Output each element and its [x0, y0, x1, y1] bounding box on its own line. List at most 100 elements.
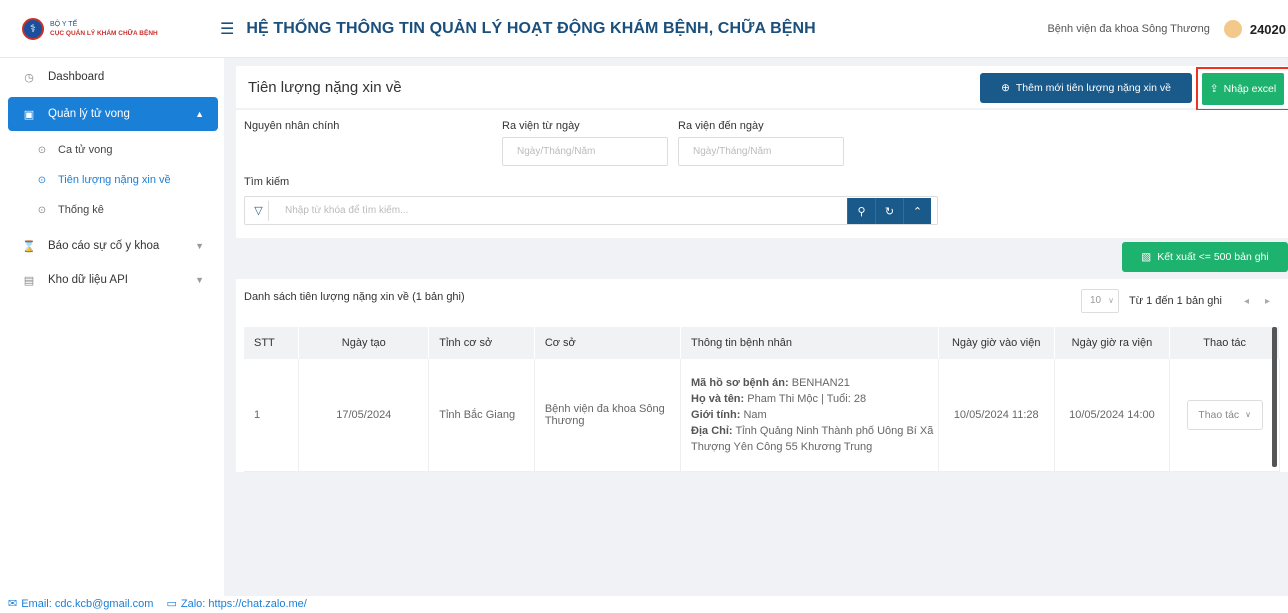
- main-content: Tiên lượng nặng xin về ⊕ Thêm mới tiên l…: [224, 58, 1288, 596]
- cell-discharge: 10/05/2024 14:00: [1054, 359, 1171, 472]
- logo-line2: CỤC QUẢN LÝ KHÁM CHỮA BỆNH: [50, 29, 158, 37]
- next-page-icon[interactable]: ▸: [1265, 296, 1270, 307]
- cell-created: 17/05/2024: [298, 359, 430, 472]
- sidebar-item-label: Thống kê: [58, 204, 104, 216]
- cell-facility: Bệnh viện đa khoa Sông Thương: [534, 359, 682, 472]
- calendar-icon: ▣: [23, 108, 35, 121]
- list-title: Danh sách tiên lượng nặng xin về (1 bản …: [244, 291, 465, 303]
- gender-value: Nam: [743, 408, 767, 421]
- chevron-down-icon: ∨: [1108, 296, 1114, 305]
- action-dropdown[interactable]: Thao tác ∨: [1186, 399, 1263, 430]
- export-button-label: Kết xuất <= 500 bản ghi: [1157, 251, 1269, 263]
- range-info: Từ 1 đến 1 bản ghi: [1128, 295, 1222, 307]
- sidebar-item-api-data[interactable]: ▤ Kho dữ liệu API ▼: [0, 263, 224, 297]
- col-header: Thông tin bệnh nhân: [680, 327, 939, 359]
- from-date-label: Ra viện từ ngày: [502, 120, 580, 132]
- filter-icon[interactable]: ▽: [249, 201, 269, 221]
- table-row[interactable]: 1 17/05/2024 Tỉnh Bắc Giang Bệnh viện đa…: [244, 359, 1280, 472]
- sidebar-item-label: Dashboard: [48, 71, 105, 83]
- gender-label: Giới tính:: [691, 408, 741, 421]
- cell-patient-info: Mã hồ sơ bệnh án: BENHAN21 Họ và tên: Ph…: [680, 359, 939, 472]
- name-label: Họ và tên:: [691, 392, 745, 405]
- col-header: Tỉnh cơ sở: [428, 327, 535, 359]
- sidebar-item-label: Quản lý tử vong: [48, 108, 130, 120]
- avatar[interactable]: [1223, 20, 1242, 38]
- page-size-select[interactable]: 10 ∨: [1080, 289, 1119, 313]
- record-value: BENHAN21: [791, 376, 850, 389]
- top-header: ⚕ BỘ Y TẾ CỤC QUẢN LÝ KHÁM CHỮA BỆNH ☰ H…: [0, 0, 1288, 58]
- table-scrollbar[interactable]: [1272, 327, 1277, 467]
- col-header: Ngày giờ ra viện: [1054, 327, 1171, 359]
- sidebar-item-label: Kho dữ liệu API: [48, 274, 128, 286]
- clock-icon: ◷: [24, 71, 34, 84]
- hospital-name: Bệnh viện đa khoa Sông Thương: [1047, 23, 1210, 35]
- export-button[interactable]: ▧ Kết xuất <= 500 bản ghi: [1122, 242, 1288, 272]
- footer: ✉ Email: cdc.kcb@gmail.com ▭ Zalo: https:/…: [0, 596, 1288, 613]
- menu-toggle-icon[interactable]: ☰: [220, 19, 234, 39]
- sidebar-item-dashboard[interactable]: ◷ Dashboard: [0, 60, 224, 94]
- refresh-icon[interactable]: ↻: [875, 198, 903, 224]
- highlight-box: ⇪ Nhập excel: [1196, 67, 1288, 111]
- footer-email[interactable]: Email: cdc.kcb@gmail.com: [21, 598, 153, 610]
- list-panel: Danh sách tiên lượng nặng xin về (1 bản …: [236, 279, 1288, 472]
- search-label: Tìm kiếm: [244, 176, 290, 188]
- user-code[interactable]: 24020: [1250, 22, 1286, 37]
- logo[interactable]: ⚕ BỘ Y TẾ CỤC QUẢN LÝ KHÁM CHỮA BỆNH: [0, 0, 210, 58]
- chevron-up-icon: ▲: [195, 109, 204, 119]
- check-circle-icon: ⊙: [37, 144, 47, 156]
- filter-panel: Nguyên nhân chính Ra viện từ ngày Ngày/T…: [236, 110, 1288, 238]
- to-date-label: Ra viện đến ngày: [678, 120, 764, 132]
- action-label: Thao tác: [1198, 408, 1240, 421]
- plus-circle-icon: ⊕: [1001, 82, 1010, 94]
- sidebar-item-label: Ca tử vong: [58, 144, 113, 156]
- add-button-label: Thêm mới tiên lượng nặng xin về: [1015, 82, 1171, 94]
- sidebar-item-label: Tiên lượng nặng xin về: [58, 174, 171, 186]
- import-button-label: Nhập excel: [1223, 83, 1277, 95]
- search-icon[interactable]: ⚲: [847, 198, 875, 224]
- add-prognosis-button[interactable]: ⊕ Thêm mới tiên lượng nặng xin về: [980, 73, 1192, 103]
- page-header: Tiên lượng nặng xin về ⊕ Thêm mới tiên l…: [236, 66, 1288, 111]
- chevron-down-icon: ∨: [1245, 410, 1252, 420]
- sidebar-item-death-cases[interactable]: ⊙ Ca tử vong: [0, 135, 224, 165]
- sidebar-item-death-management[interactable]: ▣ Quản lý tử vong ▲: [8, 97, 218, 131]
- check-circle-icon: ⊙: [37, 174, 47, 186]
- import-excel-button[interactable]: ⇪ Nhập excel: [1202, 73, 1284, 105]
- page-size-value: 10: [1089, 295, 1102, 306]
- from-date-input[interactable]: Ngày/Tháng/Năm: [502, 137, 668, 166]
- hourglass-icon: ⌛: [22, 240, 36, 253]
- col-header: Ngày tạo: [298, 327, 430, 359]
- system-title: HỆ THỐNG THÔNG TIN QUẢN LÝ HOẠT ĐỘNG KHÁ…: [246, 19, 816, 37]
- to-date-input[interactable]: Ngày/Tháng/Năm: [678, 137, 844, 166]
- chevron-down-icon: ▼: [195, 241, 204, 251]
- email-icon: ✉: [8, 598, 18, 610]
- sidebar-item-statistics[interactable]: ⊙ Thống kê: [0, 195, 224, 225]
- sidebar-item-label: Báo cáo sự cố y khoa: [48, 240, 160, 252]
- col-header: Cơ sở: [534, 327, 682, 359]
- footer-zalo[interactable]: Zalo: https://chat.zalo.me/: [181, 598, 307, 610]
- sidebar-item-severe-prognosis[interactable]: ⊙ Tiên lượng nặng xin về: [0, 165, 224, 195]
- search-input[interactable]: ▽ Nhập từ khóa để tìm kiếm... ⚲ ↻ ⌃: [244, 196, 938, 225]
- pagination: 10 ∨ Từ 1 đến 1 bản ghi ◂ ▸: [1080, 289, 1278, 313]
- ministry-emblem-icon: ⚕: [22, 17, 44, 40]
- page-title: Tiên lượng nặng xin về: [248, 79, 402, 96]
- col-header: STT: [244, 327, 300, 359]
- logo-line1: BỘ Y TẾ: [50, 20, 78, 28]
- sidebar-item-incident-report[interactable]: ⌛ Báo cáo sự cố y khoa ▼: [0, 229, 224, 263]
- zalo-icon: ▭: [166, 598, 177, 610]
- cause-label: Nguyên nhân chính: [244, 120, 340, 132]
- record-label: Mã hồ sơ bệnh án:: [691, 376, 789, 389]
- chevron-up-icon[interactable]: ⌃: [903, 198, 931, 224]
- cell-province: Tỉnh Bắc Giang: [428, 359, 535, 472]
- sidebar: ◷ Dashboard ▣ Quản lý tử vong ▲ ⊙ Ca tử …: [0, 58, 224, 596]
- prev-page-icon[interactable]: ◂: [1244, 296, 1249, 307]
- check-circle-icon: ⊙: [37, 204, 47, 216]
- file-icon: ▧: [1141, 251, 1152, 263]
- upload-icon: ⇪: [1209, 83, 1219, 95]
- address-label: Địa Chỉ:: [691, 424, 733, 437]
- data-table: STT Ngày tạo Tỉnh cơ sở Cơ sở Thông tin …: [244, 327, 1280, 472]
- cell-stt: 1: [244, 359, 300, 472]
- chevron-down-icon: ▼: [195, 275, 204, 285]
- name-value: Pham Thi Mộc | Tuổi: 28: [747, 392, 867, 405]
- search-placeholder: Nhập từ khóa để tìm kiếm...: [285, 205, 409, 216]
- col-header: Thao tác: [1169, 327, 1280, 359]
